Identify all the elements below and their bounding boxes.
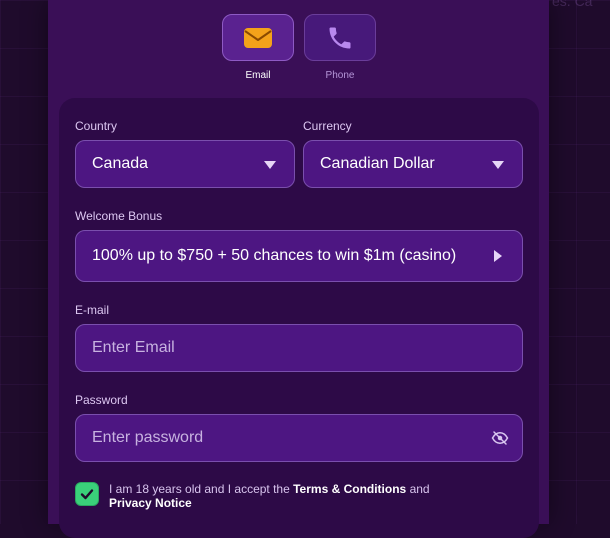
bonus-label: Welcome Bonus	[75, 209, 163, 223]
email-method-button[interactable]	[222, 14, 294, 61]
country-value: Canada	[92, 155, 149, 172]
chevron-down-icon	[492, 161, 504, 169]
privacy-notice-link[interactable]: Privacy Notice	[109, 496, 192, 510]
registration-modal: Email Phone Country Canada Currency Cana…	[48, 0, 549, 538]
bonus-select[interactable]: 100% up to $750 + 50 chances to win $1m …	[75, 230, 523, 282]
phone-method-label: Phone	[325, 70, 355, 81]
email-method-label: Email	[245, 70, 271, 81]
form-card: Country Canada Currency Canadian Dollar …	[59, 98, 539, 538]
terms-prefix: I am 18 years old and I accept the	[109, 482, 294, 496]
currency-select[interactable]: Canadian Dollar	[303, 140, 523, 188]
terms-conditions-link[interactable]: Terms & Conditions	[293, 482, 406, 496]
password-input[interactable]	[75, 414, 523, 462]
terms-and: and	[406, 482, 430, 496]
terms-text: I am 18 years old and I accept the Terms…	[109, 482, 489, 510]
chevron-down-icon	[264, 161, 276, 169]
password-field-wrapper	[75, 414, 523, 462]
password-label: Password	[75, 393, 128, 407]
email-label: E-mail	[75, 303, 110, 317]
phone-icon	[329, 27, 351, 48]
country-label: Country	[75, 119, 118, 133]
phone-method-button[interactable]	[304, 14, 376, 61]
terms-checkbox[interactable]	[75, 482, 99, 506]
background-text: es. Ca	[552, 0, 593, 9]
envelope-icon	[244, 27, 272, 48]
country-select[interactable]: Canada	[75, 140, 295, 188]
bonus-value: 100% up to $750 + 50 chances to win $1m …	[92, 247, 457, 264]
currency-value: Canadian Dollar	[320, 155, 435, 172]
eye-off-icon[interactable]	[491, 429, 509, 447]
email-input[interactable]	[75, 324, 523, 372]
currency-label: Currency	[303, 119, 352, 133]
checkmark-icon	[80, 489, 94, 500]
chevron-right-icon	[494, 250, 502, 262]
